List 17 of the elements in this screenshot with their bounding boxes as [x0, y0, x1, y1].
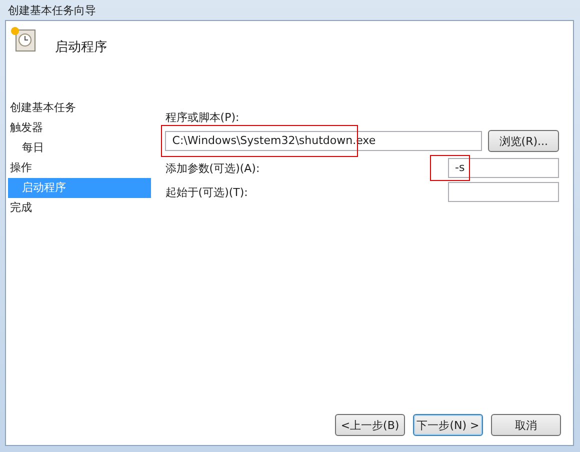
field-label: 添加参数(可选)(A): — [165, 160, 260, 176]
window-title: 创建基本任务向导 — [8, 2, 96, 18]
sidebar-item[interactable]: 完成 — [8, 198, 152, 218]
wizard-button[interactable]: <上一步(B) — [335, 414, 405, 436]
clock-icon — [9, 25, 37, 53]
wizard-button[interactable]: 下一步(N) > — [413, 414, 483, 436]
browse-button[interactable]: 浏览(R)... — [488, 130, 559, 152]
field-label: 程序或脚本(P): — [165, 110, 240, 125]
sidebar-item[interactable]: 操作 — [8, 158, 152, 178]
input-field[interactable]: -s — [448, 158, 559, 178]
sidebar-item[interactable]: 触发器 — [8, 118, 152, 138]
input-field[interactable] — [448, 182, 559, 202]
sidebar-item[interactable]: 创建基本任务 — [8, 98, 152, 118]
field-label: 起始于(可选)(T): — [165, 184, 248, 200]
sidebar-item[interactable]: 每日 — [8, 138, 152, 158]
wizard-button[interactable]: 取消 — [491, 414, 561, 436]
page-title: 启动程序 — [55, 39, 107, 56]
